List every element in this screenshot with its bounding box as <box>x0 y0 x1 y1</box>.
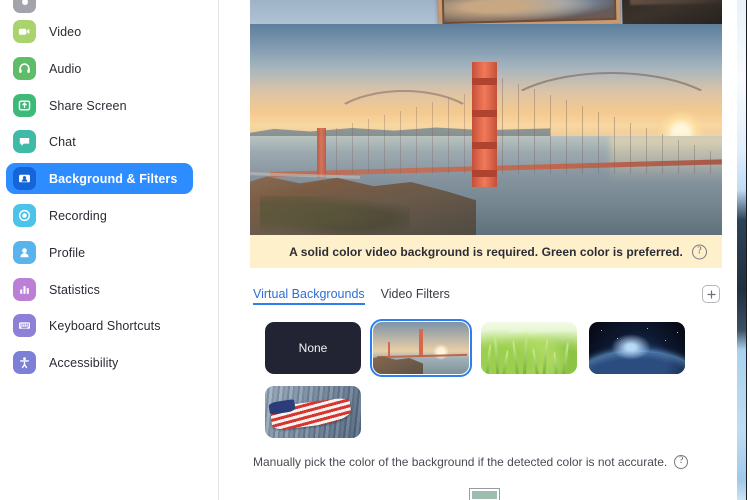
share-screen-icon <box>13 94 36 117</box>
sidebar-item-label: Accessibility <box>49 355 119 370</box>
sidebar-item-label: Statistics <box>49 282 101 297</box>
manual-color-hint: Manually pick the color of the backgroun… <box>253 455 729 469</box>
tab-virtual-backgrounds[interactable]: Virtual Backgrounds <box>253 287 365 305</box>
bridge-suspender <box>598 111 599 174</box>
sidebar-item-audio[interactable]: Audio <box>6 53 193 84</box>
person-card-icon <box>13 167 36 190</box>
background-thumb-none[interactable]: None <box>265 322 361 374</box>
settings-sidebar: Video Audio Share Screen Chat Background <box>0 0 219 500</box>
bridge-suspender <box>678 139 679 174</box>
background-thumb-earth[interactable] <box>589 322 685 374</box>
sidebar-item-label: Recording <box>49 208 107 223</box>
bridge-suspender <box>710 150 711 174</box>
bridge-suspender <box>566 100 567 174</box>
headphones-icon <box>13 57 36 80</box>
sidebar-item-share-screen[interactable]: Share Screen <box>6 90 193 121</box>
sidebar-item-label: Video <box>49 24 82 39</box>
window-border-line <box>746 0 747 500</box>
tab-video-filters[interactable]: Video Filters <box>381 287 450 305</box>
sidebar-item-profile[interactable]: Profile <box>6 237 193 268</box>
sidebar-item-recording[interactable]: Recording <box>6 200 193 231</box>
background-thumb-grass[interactable] <box>481 322 577 374</box>
bridge-suspender <box>550 94 551 174</box>
bridge-suspender <box>502 78 503 174</box>
help-glyph: ? <box>692 244 707 259</box>
gear-icon <box>13 0 36 13</box>
bridge-suspender <box>352 123 353 174</box>
bridge-suspender <box>464 94 465 174</box>
sidebar-item-video[interactable]: Video <box>6 16 193 47</box>
bridge-suspender <box>336 127 337 174</box>
bridge-suspender <box>694 145 695 174</box>
help-glyph: ? <box>674 455 689 469</box>
bridge-tower <box>472 62 497 187</box>
background-thumbnail-grid: None <box>265 318 725 438</box>
bridge-suspender <box>384 115 385 174</box>
chat-bubble-icon <box>13 130 36 153</box>
virtual-background-image <box>250 24 722 235</box>
bridge-suspender <box>662 134 663 174</box>
bridge-suspender <box>368 119 369 174</box>
bridge-suspender <box>630 122 631 174</box>
accessibility-icon <box>13 351 36 374</box>
bridge-suspender <box>416 106 417 174</box>
bridge-suspender <box>432 102 433 174</box>
settings-window: Video Audio Share Screen Chat Background <box>0 0 750 500</box>
person-icon <box>13 241 36 264</box>
bar-chart-icon <box>13 278 36 301</box>
bridge-suspender <box>400 110 401 174</box>
sidebar-item-label: Share Screen <box>49 98 127 113</box>
sidebar-item-label: Audio <box>49 61 82 76</box>
bridge-suspender <box>448 98 449 174</box>
sidebar-item-label: Background & Filters <box>49 171 178 186</box>
bridge-suspender <box>582 106 583 174</box>
sidebar-item-label: Keyboard Shortcuts <box>49 318 161 333</box>
bridge-suspender <box>518 83 519 174</box>
keyboard-icon <box>13 314 36 337</box>
adjacent-window-strip <box>737 0 746 500</box>
sidebar-item-general-partial[interactable] <box>6 0 193 17</box>
plus-icon <box>706 289 716 299</box>
add-background-button[interactable] <box>702 285 720 303</box>
record-circle-icon <box>13 204 36 227</box>
thumb-label: None <box>298 341 328 355</box>
help-circle-icon[interactable]: ? <box>692 244 707 259</box>
hint-text: Manually pick the color of the backgroun… <box>253 455 668 469</box>
color-swatch-fill <box>472 491 497 499</box>
bridge-suspender <box>534 89 535 174</box>
sidebar-item-statistics[interactable]: Statistics <box>6 274 193 305</box>
background-tabs: Virtual Backgrounds Video Filters <box>253 284 729 308</box>
background-thumb-bridge[interactable] <box>369 318 473 378</box>
background-thumb-flag[interactable] <box>265 386 361 438</box>
bridge-suspender <box>646 128 647 174</box>
background-and-filters-panel: A solid color video background is requir… <box>220 0 729 500</box>
sidebar-item-chat[interactable]: Chat <box>6 126 193 157</box>
sidebar-item-label: Profile <box>49 245 86 260</box>
video-camera-icon <box>13 20 36 43</box>
sidebar-item-accessibility[interactable]: Accessibility <box>6 347 193 378</box>
background-color-swatch[interactable] <box>469 488 500 500</box>
adjacent-window-edge <box>729 0 750 500</box>
video-preview[interactable] <box>250 0 722 235</box>
help-circle-icon[interactable]: ? <box>674 455 689 469</box>
banner-message: A solid color video background is requir… <box>289 244 683 259</box>
sidebar-item-label: Chat <box>49 134 76 149</box>
bridge-suspender <box>614 117 615 174</box>
green-screen-warning-banner: A solid color video background is requir… <box>250 235 722 268</box>
sidebar-item-keyboard-shortcuts[interactable]: Keyboard Shortcuts <box>6 310 193 341</box>
sidebar-item-background-and-filters[interactable]: Background & Filters <box>6 163 193 194</box>
